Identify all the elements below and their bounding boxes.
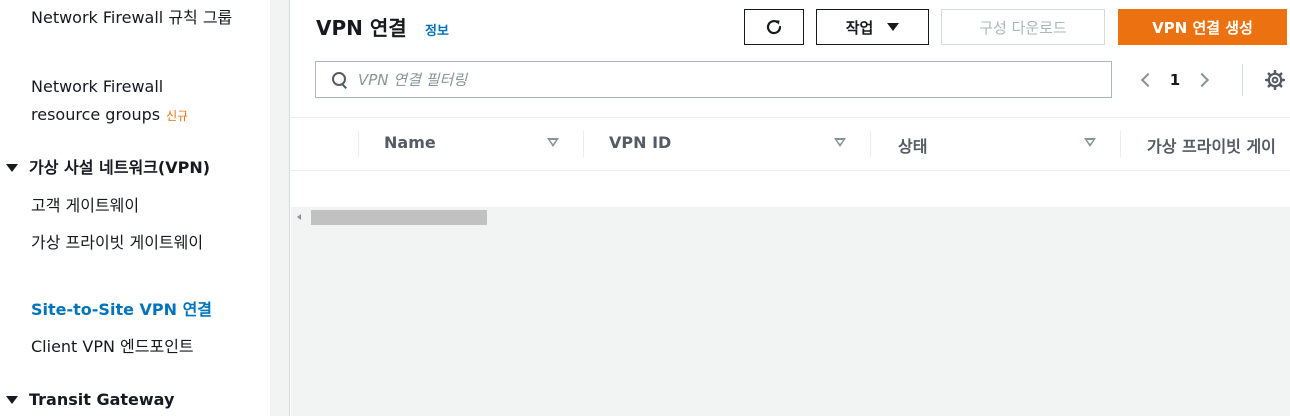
sidebar-section-transit-gateway[interactable]: Transit Gateway [6,386,174,414]
create-vpn-connection-button-label: VPN 연결 생성 [1152,18,1253,37]
actions-button[interactable]: 작업 [816,9,929,45]
chevron-right-icon [1194,72,1210,88]
pager-divider [1242,64,1243,96]
sidebar-item-client-vpn-endpoints[interactable]: Client VPN 엔드포인트 [31,333,236,361]
caret-down-icon [6,396,18,404]
download-config-button[interactable]: 구성 다운로드 [941,9,1105,45]
chevron-left-icon [1140,72,1156,88]
page-title: VPN 연결 [316,16,407,40]
horizontal-scrollbar[interactable] [291,207,1290,227]
column-header-name[interactable]: Name [384,133,436,152]
column-header-virtual-private-gateway[interactable]: 가상 프라이빗 게이 [1147,133,1276,157]
caret-down-icon [6,164,18,172]
sidebar-section-label: Transit Gateway [29,390,175,409]
sidebar-item-label: Client VPN 엔드포인트 [31,337,194,356]
download-config-button-label: 구성 다운로드 [979,18,1067,37]
search-icon [332,71,348,88]
column-divider[interactable] [870,131,871,157]
sidebar-section-vpn[interactable]: 가상 사설 네트워크(VPN) [6,154,210,182]
actions-button-label: 작업 [845,18,874,37]
sidebar-item-network-firewall-resource-groups[interactable]: Network Firewall resource groups 신규 [31,73,236,130]
table-header: Name VPN ID 상태 가상 프라이빗 게이 [291,117,1290,171]
sidebar-item-label: Site-to-Site VPN 연결 [31,300,213,319]
sidebar-item-label: Network Firewall 규칙 그룹 [31,8,233,27]
new-badge: 신규 [166,109,189,123]
column-header-state[interactable]: 상태 [898,133,927,157]
sidebar-item-label: 가상 프라이빗 게이트웨이 [31,233,204,252]
sidebar-section-label: 가상 사설 네트워크(VPN) [29,158,211,177]
refresh-icon [766,19,782,35]
column-divider[interactable] [1120,131,1121,157]
sidebar-item-site-to-site-vpn[interactable]: Site-to-Site VPN 연결 [31,296,236,324]
sort-icon[interactable] [834,138,846,147]
create-vpn-connection-button[interactable]: VPN 연결 생성 [1118,9,1287,45]
search-input[interactable] [358,70,1058,89]
sidebar-item-customer-gateways[interactable]: 고객 게이트웨이 [31,192,236,220]
search-box [315,61,1112,98]
current-page[interactable]: 1 [1156,71,1194,89]
info-link[interactable]: 정보 [425,20,449,39]
caret-down-icon [887,23,900,31]
vpn-connections-panel: VPN 연결 정보 작업 구성 다운로드 VPN 연결 생성 1 [291,0,1290,207]
column-header-vpn-id[interactable]: VPN ID [609,133,671,152]
prev-page-button[interactable] [1136,66,1156,94]
refresh-button[interactable] [744,9,804,45]
sidebar: Network Firewall 규칙 그룹 Network Firewall … [0,0,270,416]
next-page-button[interactable] [1194,66,1214,94]
sort-icon[interactable] [547,138,559,147]
column-divider [358,131,359,157]
sidebar-item-label: Network Firewall resource groups [31,77,164,124]
column-divider[interactable] [583,131,584,157]
sidebar-item-network-firewall-rule-groups[interactable]: Network Firewall 규칙 그룹 [31,4,236,32]
main-content: VPN 연결 정보 작업 구성 다운로드 VPN 연결 생성 1 [291,0,1290,416]
gear-icon[interactable] [1265,70,1285,90]
sidebar-item-virtual-private-gateways[interactable]: 가상 프라이빗 게이트웨이 [31,229,236,257]
sidebar-divider[interactable] [270,0,290,416]
scrollbar-thumb[interactable] [311,210,487,225]
pagination: 1 [1136,66,1214,94]
sort-icon[interactable] [1084,138,1096,147]
scroll-left-icon[interactable] [297,214,301,220]
sidebar-item-label: 고객 게이트웨이 [31,196,140,215]
